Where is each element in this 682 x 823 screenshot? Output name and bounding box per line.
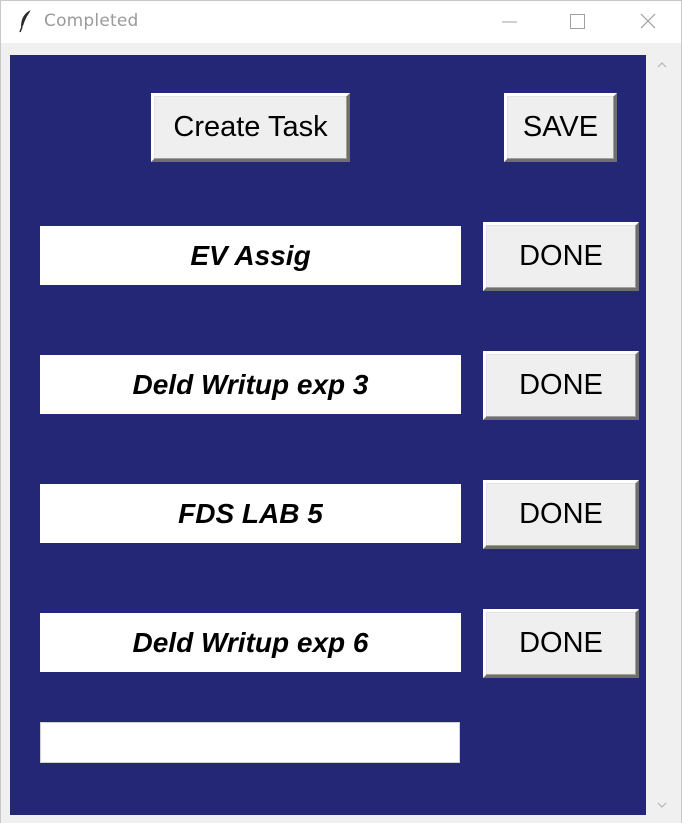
vertical-scrollbar[interactable] bbox=[649, 55, 675, 820]
save-button[interactable]: SAVE bbox=[504, 93, 617, 162]
minimize-icon bbox=[502, 21, 517, 23]
task-canvas: Create Task SAVE DONE DONE DONE DONE bbox=[10, 55, 646, 815]
app-window: Completed Create Task SAVE DONE DONE bbox=[0, 0, 682, 823]
maximize-button[interactable] bbox=[546, 1, 608, 43]
done-button[interactable]: DONE bbox=[483, 609, 639, 678]
minimize-button[interactable] bbox=[479, 1, 541, 43]
create-task-button[interactable]: Create Task bbox=[151, 93, 350, 162]
close-icon bbox=[640, 13, 656, 29]
task-entry[interactable] bbox=[40, 226, 461, 285]
done-button[interactable]: DONE bbox=[483, 222, 639, 291]
task-entry[interactable] bbox=[40, 613, 461, 672]
window-title: Completed bbox=[44, 11, 139, 31]
new-task-input[interactable] bbox=[40, 722, 460, 763]
feather-icon bbox=[18, 9, 34, 33]
scroll-down-button[interactable] bbox=[649, 795, 675, 815]
task-entry[interactable] bbox=[40, 355, 461, 414]
close-button[interactable] bbox=[616, 1, 678, 43]
title-bar[interactable]: Completed bbox=[1, 1, 681, 43]
client-area: Create Task SAVE DONE DONE DONE DONE bbox=[1, 43, 681, 823]
task-entry[interactable] bbox=[40, 484, 461, 543]
chevron-down-icon bbox=[657, 802, 667, 808]
done-button[interactable]: DONE bbox=[483, 351, 639, 420]
maximize-icon bbox=[570, 14, 585, 29]
chevron-up-icon bbox=[657, 62, 667, 68]
scroll-up-button[interactable] bbox=[649, 55, 675, 75]
done-button[interactable]: DONE bbox=[483, 480, 639, 549]
